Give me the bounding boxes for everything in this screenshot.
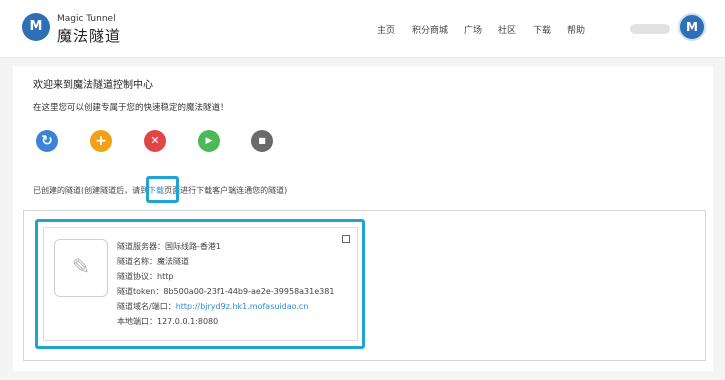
page-title: 欢迎来到魔法隧道控制中心 [33, 80, 153, 91]
nav-community[interactable]: 社区 [498, 23, 516, 36]
logo-icon[interactable]: M [22, 13, 50, 41]
start-icon[interactable]: ▶ [198, 130, 220, 152]
page-subtitle: 在这里您可以创建专属于您的快速稳定的魔法隧道！ [33, 103, 229, 113]
top-navbar: M Magic Tunnel 魔法隧道 主页 积分商城 广场 社区 下载 帮助 … [0, 0, 725, 58]
refresh-icon[interactable]: ↻ [36, 130, 58, 152]
brand-name-cn: 魔法隧道 [57, 27, 122, 45]
avatar[interactable]: M [678, 13, 706, 41]
tunnel-domain: 隧道域名/端口：http://bjryd9z.hk1.mofasuidao.cn [117, 301, 308, 312]
download-link-highlight [146, 176, 179, 203]
tunnel-domain-link[interactable]: http://bjryd9z.hk1.mofasuidao.cn [176, 302, 309, 311]
tunnel-select-checkbox[interactable] [342, 235, 350, 243]
nav-help[interactable]: 帮助 [567, 23, 585, 36]
tunnels-prefix: 已创建的隧道(创建隧道后，请到 [33, 186, 149, 195]
pencil-icon[interactable]: ✎ [54, 239, 108, 297]
tunnel-local-port: 本地端口：127.0.0.1:8080 [117, 317, 219, 326]
add-icon[interactable]: + [90, 130, 112, 152]
nav-square[interactable]: 广场 [464, 23, 482, 36]
nav-home[interactable]: 主页 [377, 23, 395, 36]
stop-icon[interactable]: ■ [251, 130, 273, 152]
tunnel-server: 隧道服务器：国际线路-香港1 [117, 242, 221, 251]
nav-download[interactable]: 下载 [533, 23, 551, 36]
tunnel-token: 隧道token：8b500a00-23f1-44b9-ae2e-39958a31… [117, 287, 335, 296]
tunnel-name: 隧道名称：魔法隧道 [117, 257, 189, 266]
nav-points-mall[interactable]: 积分商城 [412, 23, 448, 36]
tunnel-protocol: 隧道协议：http [117, 272, 174, 281]
tunnels-suffix: 页面进行下载客户端连通您的隧道) [164, 186, 288, 195]
tunnel-domain-label: 隧道域名/端口： [117, 302, 176, 311]
delete-icon[interactable]: ✕ [144, 130, 166, 152]
brand-name-en: Magic Tunnel [57, 14, 116, 24]
username-placeholder[interactable] [630, 24, 670, 34]
